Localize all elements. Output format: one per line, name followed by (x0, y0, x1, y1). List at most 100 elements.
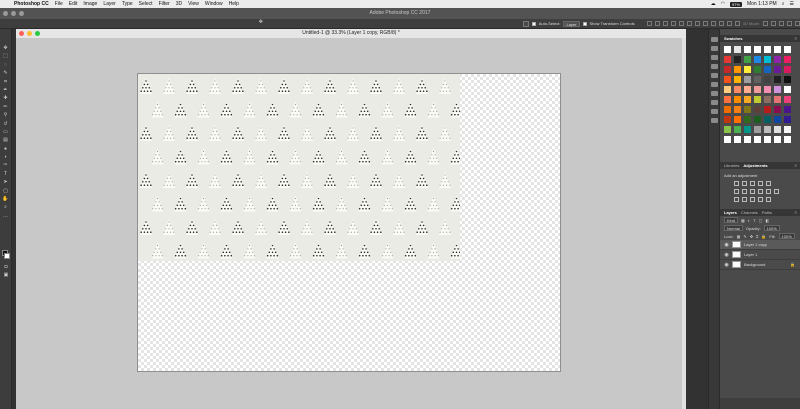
invert-icon[interactable] (734, 197, 739, 202)
color-swatch[interactable] (764, 56, 771, 63)
color-swatch[interactable] (754, 116, 761, 123)
brush-tool[interactable]: ✏ (2, 104, 10, 110)
color-swatch[interactable] (754, 86, 761, 93)
auto-select-dropdown[interactable]: Layer (563, 20, 580, 27)
tab-swatches[interactable]: Swatches (724, 36, 742, 41)
menu-type[interactable]: Type (122, 1, 133, 7)
menu-select[interactable]: Select (139, 1, 153, 7)
align-vcenter-icon[interactable] (654, 21, 660, 26)
history-brush-tool[interactable]: ↺ (2, 121, 10, 127)
distribute-right-icon[interactable] (734, 21, 740, 26)
color-swatch[interactable] (744, 86, 751, 93)
crop-tool[interactable]: ⌗ (2, 79, 10, 85)
creative-cloud-icon[interactable]: ☁ (711, 1, 716, 7)
zoom-window-button[interactable] (19, 11, 24, 16)
canvas[interactable] (137, 73, 561, 372)
align-top-icon[interactable] (646, 21, 652, 26)
layer-comps-icon[interactable] (710, 109, 718, 114)
3d-roll-icon[interactable] (770, 21, 776, 26)
brush-settings-icon[interactable] (710, 73, 718, 78)
color-swatch[interactable] (744, 136, 751, 143)
layer-name[interactable]: Layer 1 copy (744, 242, 767, 247)
more-tools-icon[interactable]: … (2, 213, 10, 219)
vertical-scrollbar[interactable] (682, 38, 686, 409)
distribute-left-icon[interactable] (718, 21, 724, 26)
color-lookup-icon[interactable] (774, 189, 779, 194)
color-swatch[interactable] (774, 56, 781, 63)
color-swatch[interactable] (724, 116, 731, 123)
color-swatch[interactable] (744, 46, 751, 53)
black-white-icon[interactable] (750, 189, 755, 194)
panel-menu-icon[interactable]: ≡ (795, 36, 797, 41)
color-swatch[interactable] (774, 66, 781, 73)
pen-tool[interactable]: ✑ (2, 162, 10, 168)
glyphs-icon[interactable] (710, 100, 718, 105)
threshold-icon[interactable] (750, 197, 755, 202)
layer-row[interactable]: ◉ Layer 1 copy (720, 240, 800, 250)
canvas-area[interactable] (16, 38, 686, 409)
color-swatch[interactable] (754, 106, 761, 113)
clock[interactable]: Mon 1:13 PM (747, 1, 777, 7)
blend-mode-dropdown[interactable]: Normal (724, 225, 743, 231)
color-swatch[interactable] (774, 96, 781, 103)
filter-pixel-icon[interactable]: ▦ (741, 218, 745, 223)
color-swatch[interactable] (764, 76, 771, 83)
properties-icon[interactable] (710, 64, 718, 69)
dodge-tool[interactable]: ◖ (2, 154, 10, 160)
color-swatch[interactable] (774, 116, 781, 123)
play-actions-icon[interactable] (710, 46, 718, 51)
color-swatch[interactable] (774, 76, 781, 83)
color-swatch[interactable] (744, 106, 751, 113)
lock-transparent-icon[interactable]: ▦ (737, 234, 741, 239)
eyedropper-tool[interactable]: ✒ (2, 87, 10, 93)
quick-select-tool[interactable]: ✎ (2, 70, 10, 76)
color-swatch[interactable] (784, 66, 791, 73)
align-right-icon[interactable] (686, 21, 692, 26)
visibility-eye-icon[interactable]: ◉ (724, 262, 729, 268)
color-swatch[interactable] (764, 106, 771, 113)
layers-menu-icon[interactable]: ≡ (795, 210, 797, 215)
gradient-map-icon[interactable] (758, 197, 763, 202)
menu-window[interactable]: Window (205, 1, 223, 7)
menu-3d[interactable]: 3D (176, 1, 182, 7)
distribute-hcenter-icon[interactable] (726, 21, 732, 26)
menu-help[interactable]: Help (229, 1, 239, 7)
color-swatch[interactable] (784, 116, 791, 123)
color-swatch[interactable] (724, 76, 731, 83)
align-bottom-icon[interactable] (662, 21, 668, 26)
minimize-window-button[interactable] (11, 11, 16, 16)
color-swatch[interactable] (754, 46, 761, 53)
filter-adjust-icon[interactable]: ◐ (748, 218, 750, 223)
3d-drag-icon[interactable] (778, 21, 784, 26)
path-select-tool[interactable]: ➤ (2, 179, 10, 185)
color-swatch[interactable] (784, 76, 791, 83)
lock-pixels-icon[interactable]: ✎ (743, 234, 746, 239)
tab-layers[interactable]: Layers (724, 210, 737, 215)
color-swatch[interactable] (744, 66, 751, 73)
zoom-tool[interactable]: ⌕ (2, 204, 10, 210)
color-swatch[interactable] (784, 106, 791, 113)
move-tool[interactable]: ✥ (2, 45, 10, 51)
3d-slide-icon[interactable] (786, 21, 792, 26)
close-document-button[interactable] (19, 31, 24, 36)
filter-shape-icon[interactable]: ▢ (759, 218, 763, 223)
screen-mode-icon[interactable]: ▣ (2, 272, 10, 278)
color-swatch[interactable] (784, 126, 791, 133)
color-swatch[interactable] (724, 106, 731, 113)
channel-mixer-icon[interactable] (766, 189, 771, 194)
tab-adjustments[interactable]: Adjustments (743, 163, 767, 168)
eraser-tool[interactable]: ▭ (2, 129, 10, 135)
zoom-document-button[interactable] (35, 31, 40, 36)
color-swatch[interactable] (734, 126, 741, 133)
hue-saturation-icon[interactable] (734, 189, 739, 194)
color-swatch[interactable] (774, 106, 781, 113)
opacity-field[interactable]: 100% (763, 225, 780, 231)
color-swatch[interactable] (724, 56, 731, 63)
healing-brush-tool[interactable]: ✚ (2, 95, 10, 101)
color-swatch[interactable] (734, 116, 741, 123)
lock-position-icon[interactable]: ✥ (750, 234, 753, 239)
color-swatch[interactable] (754, 76, 761, 83)
color-swatch[interactable] (734, 106, 741, 113)
history-icon[interactable] (710, 37, 718, 42)
align-left-icon[interactable] (670, 21, 676, 26)
